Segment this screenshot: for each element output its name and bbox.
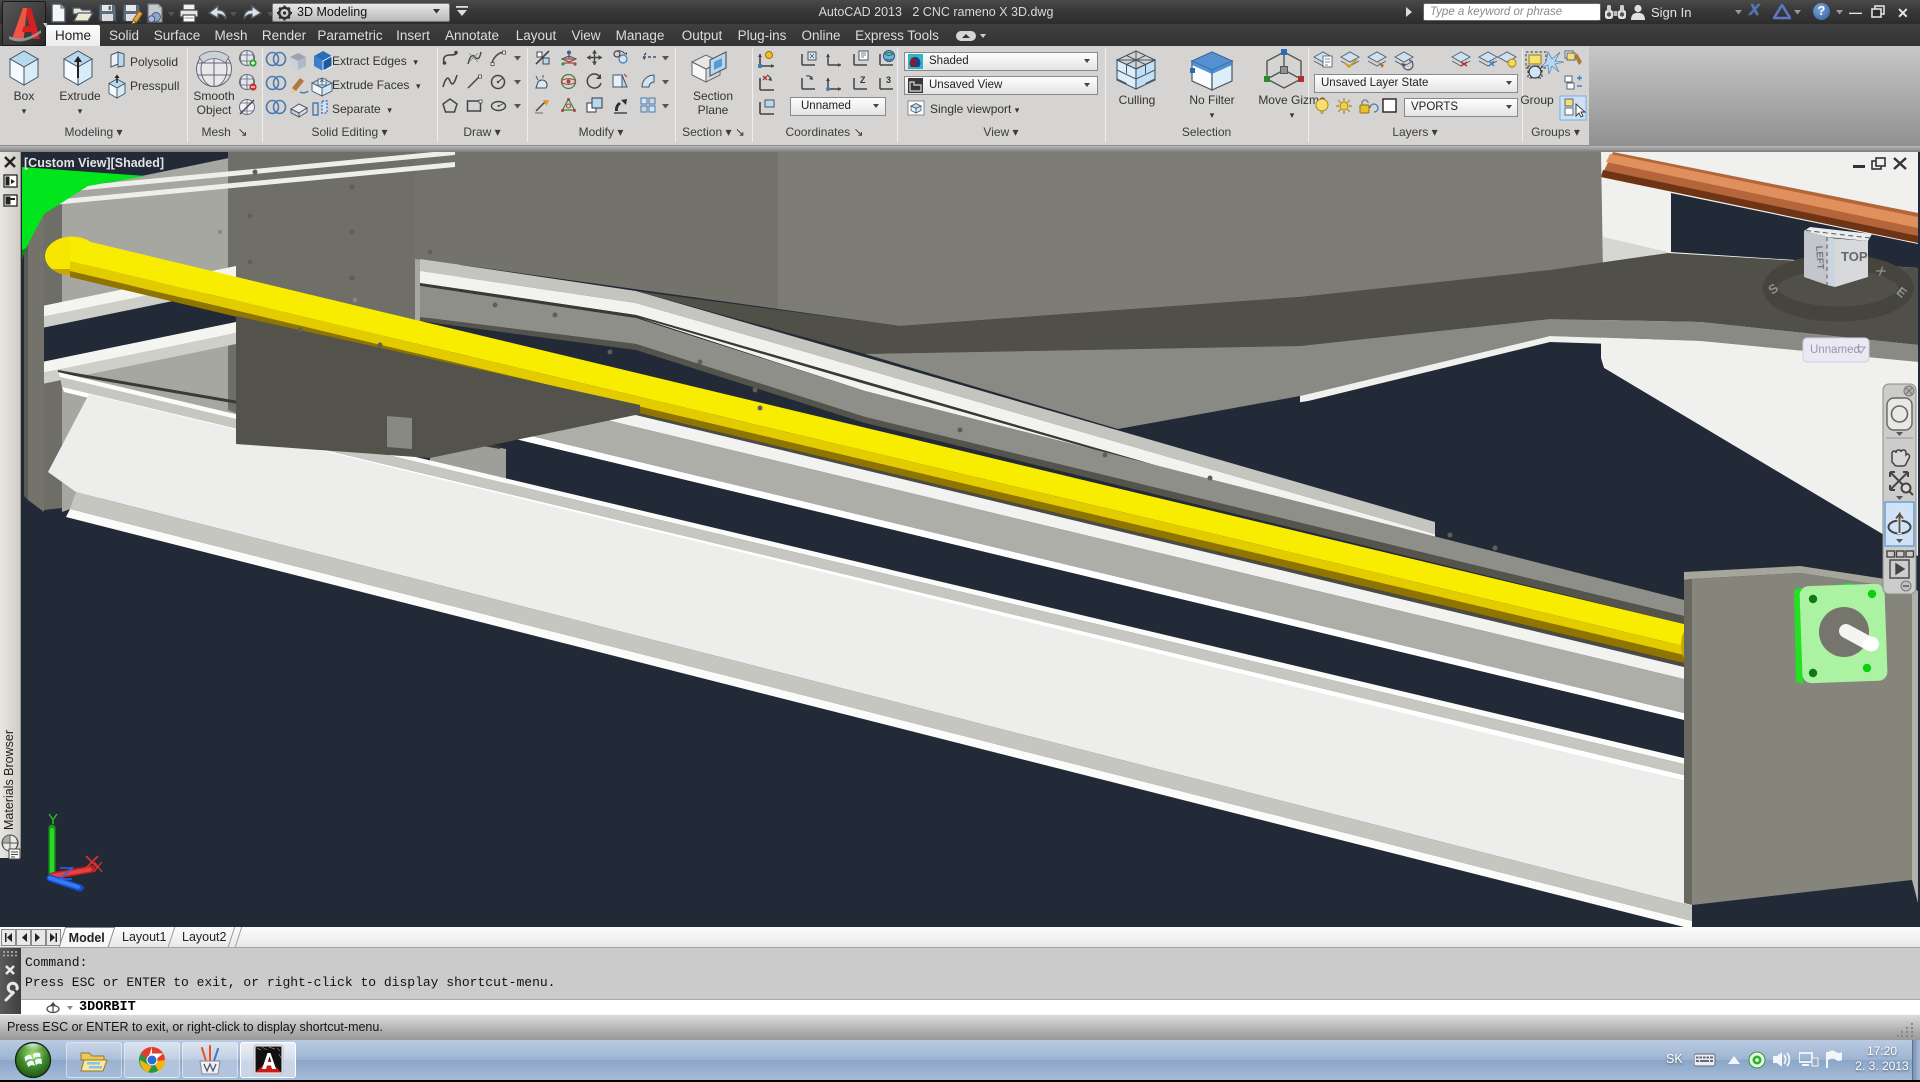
svg-text:TOP: TOP — [1841, 249, 1868, 264]
svg-text:Z: Z — [860, 75, 866, 85]
svg-text:3: 3 — [886, 75, 891, 85]
svg-text:[Custom View][Shaded]: [Custom View][Shaded] — [24, 156, 164, 170]
svg-text:LEFT: LEFT — [1813, 245, 1826, 270]
svg-text:Y: Y — [48, 811, 58, 828]
svg-text:Unnamed: Unnamed — [1810, 344, 1860, 356]
